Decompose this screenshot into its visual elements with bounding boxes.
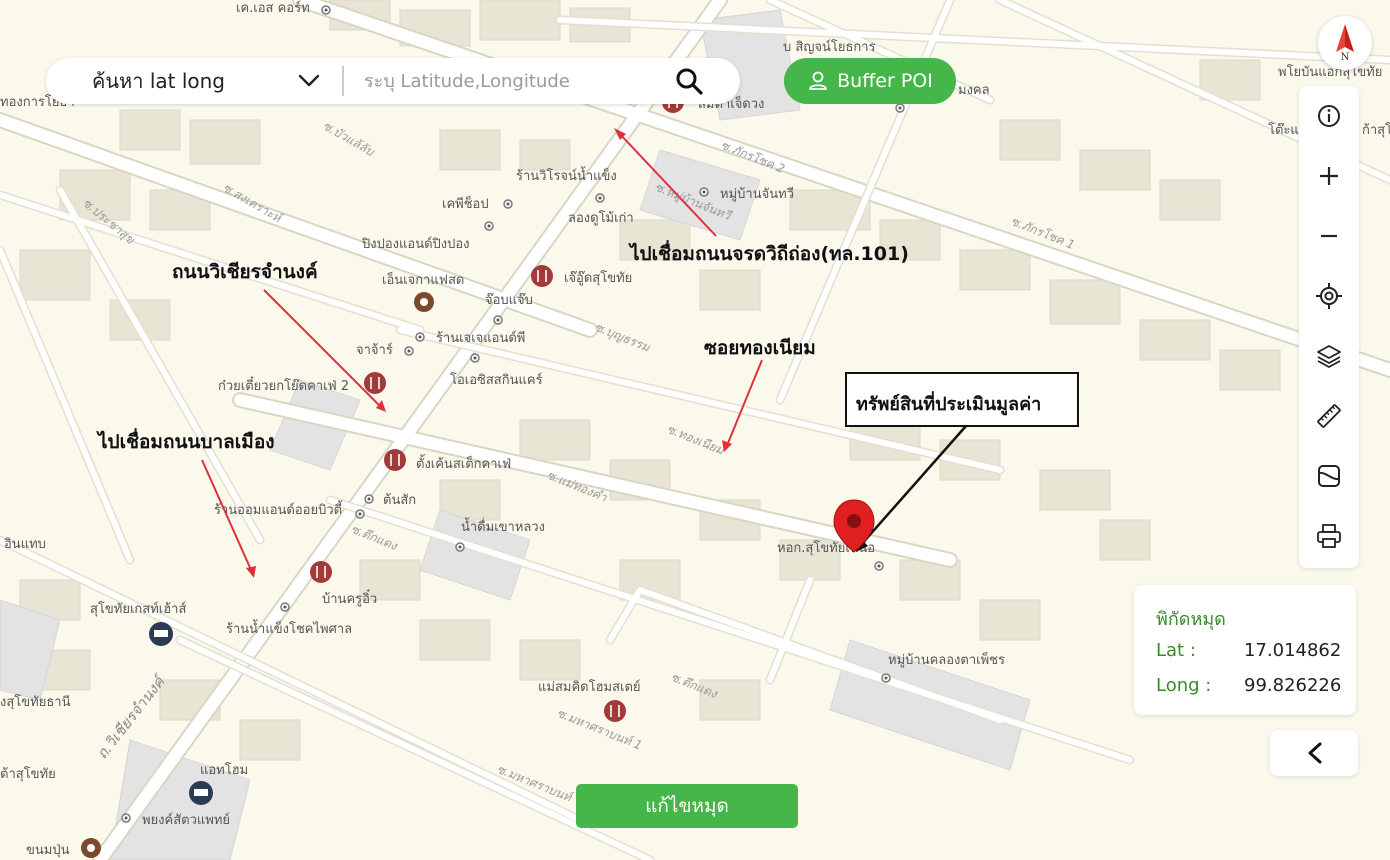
compass-button[interactable]: N [1318, 16, 1372, 70]
chevron-left-icon [1308, 742, 1322, 764]
lat-label: Lat : [1156, 640, 1196, 661]
search-divider [342, 66, 344, 96]
poi-label: บ สิญจน์โยธการ [783, 39, 876, 55]
annotation-road-101: ไปเชื่อมถนนจรดวิถีถ่อง(ทล.101) [628, 240, 909, 265]
search-input[interactable] [362, 69, 662, 93]
compass-north-icon: N [1336, 24, 1354, 63]
poi-label: พยงค์สัตวแพทย์ [142, 812, 230, 828]
poi-label: บ้านครูอิ๋ว [322, 589, 377, 607]
poi-label: โต๊ะแ [1268, 122, 1299, 138]
poi-label: ขนมปุ่น [26, 843, 70, 858]
collapse-panel-button[interactable] [1270, 730, 1358, 776]
info-icon[interactable] [1313, 100, 1345, 132]
map-toolbar [1299, 86, 1359, 568]
poi-label: จาจ้าร์ [356, 342, 393, 358]
poi-label: หมู่บ้านคลองตาเพ็ชร [888, 650, 1005, 668]
poi-label: โอเอซิสสกินแคร์ [450, 372, 543, 388]
poi-label: ร้านวิโรจน์น้ำแข็ง [516, 166, 617, 184]
user-icon [809, 71, 828, 90]
zoom-out-icon[interactable] [1313, 220, 1345, 252]
long-value: 99.826226 [1244, 675, 1342, 696]
map-canvas[interactable]: ซ.บัวแล้ลับ ซ.สงเคราะห์ ซ.ประชาสุข ซ.ภัก… [0, 0, 1390, 860]
poi-label: ร้านออมแอนด์ออยบิวตี้ [214, 500, 343, 518]
buffer-poi-button[interactable]: Buffer POI [784, 58, 956, 104]
draw-area-icon[interactable] [1313, 460, 1345, 492]
edit-pin-button[interactable]: แก้ไขหมุด [576, 784, 798, 828]
poi-label: สุโขทัยเกสท์เฮ้าส์ [90, 601, 186, 617]
coordinate-panel: พิกัดหมุด Lat : 17.014862 Long : 99.8262… [1134, 585, 1356, 715]
annotation-asset: ทรัพย์สินที่ประเมินมูลค่า [856, 391, 1041, 416]
poi-label: ต้าสุโขทัย [0, 766, 56, 782]
annotation-wichian-road: ถนนวิเชียรจำนงค์ [172, 261, 318, 283]
poi-label: แม่สมคิดโฮมสเตย์ [538, 679, 641, 695]
layers-icon[interactable] [1313, 340, 1345, 372]
lat-value: 17.014862 [1244, 640, 1342, 661]
poi-label: อินแทบ [4, 537, 46, 552]
poi-label: มงคล [958, 83, 990, 98]
poi-label: ก๋วยเตี๋ยวยกโย๊ดคาเฟ่ 2 [218, 376, 349, 394]
poi-label: งสุโขทัยธานี [0, 694, 71, 710]
poi-label: เคพีช็อป [442, 194, 489, 212]
annotation-soi-thong: ซอยทองเนียม [704, 337, 816, 359]
poi-label: เค.เอส คอร์ท [236, 0, 310, 16]
search-bar: ค้นหา lat long [46, 58, 740, 104]
chevron-down-icon[interactable] [296, 68, 322, 94]
search-icon[interactable] [674, 66, 704, 96]
zoom-in-icon[interactable] [1313, 160, 1345, 192]
buffer-poi-label: Buffer POI [837, 70, 933, 92]
coordinate-panel-title: พิกัดหมุด [1156, 609, 1226, 630]
poi-label: ต้นสัก [383, 493, 416, 508]
ruler-icon[interactable] [1313, 400, 1345, 432]
poi-label: ร้านน้ำแข็งโชคไพศาล [226, 619, 352, 637]
poi-label: ตั้งเค้นสเต็กคาเฟ่ [416, 454, 511, 472]
annotation-banmuang: ไปเชื่อมถนนบาลเมือง [96, 428, 275, 453]
locate-icon[interactable] [1313, 280, 1345, 312]
poi-label: ลองดูโม้เก่า [568, 210, 634, 226]
poi-label: ร้านเจเจแอนด์พี [436, 330, 525, 346]
poi-label: จ๊อบแจ๊บ [485, 293, 533, 308]
poi-label: เอ็นเจกาแฟสด [382, 270, 464, 288]
print-icon[interactable] [1313, 520, 1345, 552]
poi-label: หมู่บ้านจันทวี [720, 186, 794, 202]
compass-label: N [1341, 52, 1350, 63]
poi-label: เจ๊อู๊ดสุโขทัย [564, 270, 632, 286]
long-label: Long : [1156, 675, 1212, 696]
poi-label: น้ำดื่มเขาหลวง [461, 517, 545, 535]
poi-label: แอทโฮม [200, 762, 248, 778]
poi-label: ก้าสุโข [1362, 122, 1390, 138]
poi-label: ปิงปองแอนด์ปิงปอง [361, 236, 470, 252]
search-mode-select[interactable]: ค้นหา lat long [92, 65, 292, 97]
